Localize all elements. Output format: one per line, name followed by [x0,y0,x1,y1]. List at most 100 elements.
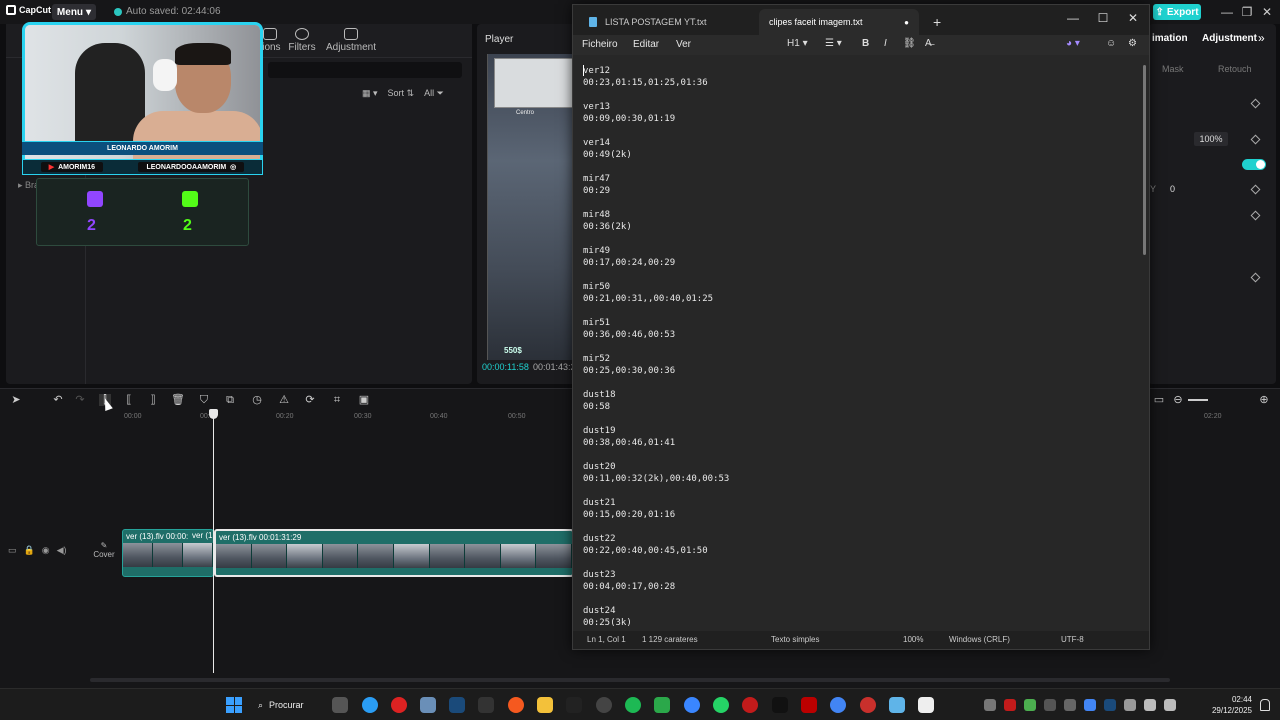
menu-file[interactable]: Ficheiro [582,39,618,50]
tiktok-icon[interactable] [772,697,788,713]
obs-icon[interactable] [596,697,612,713]
taskbar-clock[interactable]: 02:44 29/12/2025 [1206,694,1252,716]
link-icon[interactable]: ⛓ [903,38,916,49]
grid-view-icon[interactable]: ▦ ▾ [362,88,378,99]
timeline-clip-selected[interactable]: ver (13).flv 00:01:31:29 [214,529,574,577]
menu-button[interactable]: Menu ▾ [52,4,96,20]
minimize-icon[interactable]: — [1063,9,1083,27]
tab-mask[interactable]: Mask [1162,64,1184,74]
firefox-icon[interactable] [508,697,524,713]
tray-nvidia-icon[interactable] [1024,699,1036,711]
unsaved-dot-icon[interactable]: ● [904,18,909,27]
speed-icon[interactable]: ◷ [251,394,263,406]
zoom-out-icon[interactable]: ⊖ [1172,394,1184,406]
capcut-app-icon[interactable] [566,697,582,713]
chevron-up-icon[interactable] [984,699,996,711]
minimize-icon[interactable]: — [1220,5,1234,19]
chrome-alt-icon[interactable] [830,697,846,713]
volume-icon[interactable] [1164,699,1176,711]
notepad-tab-active[interactable]: clipes faceit imagem.txt ● [759,9,919,35]
player-preview[interactable]: Centro 550$ [487,54,577,360]
mirror-icon[interactable]: ⚠ [278,394,290,406]
app-red-icon[interactable] [860,697,876,713]
editor-text[interactable]: ver12 00:23,01:15,01:25,01:36 ver13 00:0… [583,65,1133,629]
preview-axis-icon[interactable]: ▭ [1153,394,1165,406]
bold-icon[interactable]: B [862,38,869,49]
tab-adjustment-right[interactable]: Adjustment [1202,33,1257,44]
visibility-icon[interactable]: ◉ [42,545,50,556]
redo-icon[interactable]: ↷ [74,394,86,406]
file-explorer-icon[interactable] [537,697,553,713]
split-left-icon[interactable]: ⟦ [123,394,135,406]
tray-steam-icon[interactable] [1104,699,1116,711]
crop-icon[interactable]: ⌗ [331,394,343,406]
scale-input[interactable]: 100% [1194,132,1228,146]
export-button[interactable]: ⇪ Export [1153,4,1201,20]
new-tab-icon[interactable]: + [933,14,941,30]
lock-icon[interactable]: 🔒 [24,545,35,556]
notepad-editor[interactable]: ver12 00:23,01:15,01:25,01:36 ver13 00:0… [573,55,1149,631]
close-icon[interactable]: ✕ [1123,9,1143,27]
tab-animation[interactable]: imation [1152,33,1188,44]
tab-retouch[interactable]: Retouch [1218,64,1252,74]
tray-faceit-icon[interactable] [1004,699,1016,711]
windows-start-icon[interactable] [226,697,242,713]
capcut-running-icon[interactable] [918,697,934,713]
account-icon[interactable]: ☺ [1106,38,1116,49]
settings-gear-icon[interactable]: ⚙ [1128,38,1137,49]
select-tool-icon[interactable]: ➤ [10,394,22,406]
filter-all-button[interactable]: All ⏷ [424,88,444,99]
whatsapp-icon[interactable] [713,697,729,713]
undo-icon[interactable]: ↶ [52,394,64,406]
ai-tool-icon[interactable]: ▣ [358,394,370,406]
uniform-scale-toggle[interactable] [1242,159,1266,170]
freeze-icon[interactable]: ⧉ [224,394,236,406]
copilot-icon[interactable]: ◕ ▾ [1066,38,1080,49]
delete-icon[interactable]: 🗑 [171,394,185,406]
faceit-icon[interactable] [742,697,758,713]
spotify-icon[interactable] [625,697,641,713]
chrome-icon[interactable] [362,697,378,713]
epic-games-icon[interactable] [478,697,494,713]
tray-chrome-icon[interactable] [1084,699,1096,711]
menu-view[interactable]: Ver [676,39,691,50]
tray-app-icon[interactable] [1044,699,1056,711]
chrome-profile-icon[interactable] [684,697,700,713]
timeline-scrollbar[interactable] [90,678,1170,682]
expand-icon[interactable]: » [1258,31,1265,45]
list-icon[interactable]: ☰ ▾ [825,38,842,49]
position-y-input[interactable]: 0 [1170,184,1175,194]
opera-icon[interactable] [391,697,407,713]
playhead[interactable] [213,411,214,673]
close-icon[interactable]: ✕ [1260,5,1274,19]
menu-edit[interactable]: Editar [633,39,659,50]
track-settings-icon[interactable]: ▭ [8,545,17,556]
marker-icon[interactable]: ⛉ [198,394,210,406]
media-search-input[interactable] [268,62,462,78]
notification-bell-icon[interactable] [1260,699,1270,711]
cover-button[interactable]: ✎ Cover [92,541,116,567]
maximize-icon[interactable]: ☐ [1093,9,1113,27]
mute-icon[interactable]: ◀) [57,545,67,556]
network-icon[interactable] [1144,699,1156,711]
notepad-app-icon[interactable] [889,697,905,713]
task-view-icon[interactable] [332,697,348,713]
steam-icon[interactable] [449,697,465,713]
taskbar-search[interactable]: ⌕ Procurar [258,695,322,715]
italic-icon[interactable]: I [884,38,887,49]
sort-button[interactable]: Sort ⇅ [388,88,415,99]
clear-format-icon[interactable]: A̶ [925,38,932,49]
microphone-icon[interactable] [1124,699,1136,711]
settings-app-icon[interactable] [420,697,436,713]
whatsapp-business-icon[interactable] [654,697,670,713]
notepad-tab[interactable]: LISTA POSTAGEM YT.txt [579,9,759,35]
zoom-slider[interactable] [1188,399,1208,401]
tray-discord-icon[interactable] [1064,699,1076,711]
split-right-icon[interactable]: ⟧ [147,394,159,406]
editor-scrollbar[interactable] [1143,65,1146,255]
rotate-icon[interactable]: ⟳ [304,394,316,406]
heading-dropdown[interactable]: H1 ▾ [787,38,808,49]
maximize-icon[interactable]: ❐ [1240,5,1254,19]
zoom-in-icon[interactable]: ⊕ [1258,394,1270,406]
tab-adjustment[interactable]: Adjustment [318,26,384,56]
